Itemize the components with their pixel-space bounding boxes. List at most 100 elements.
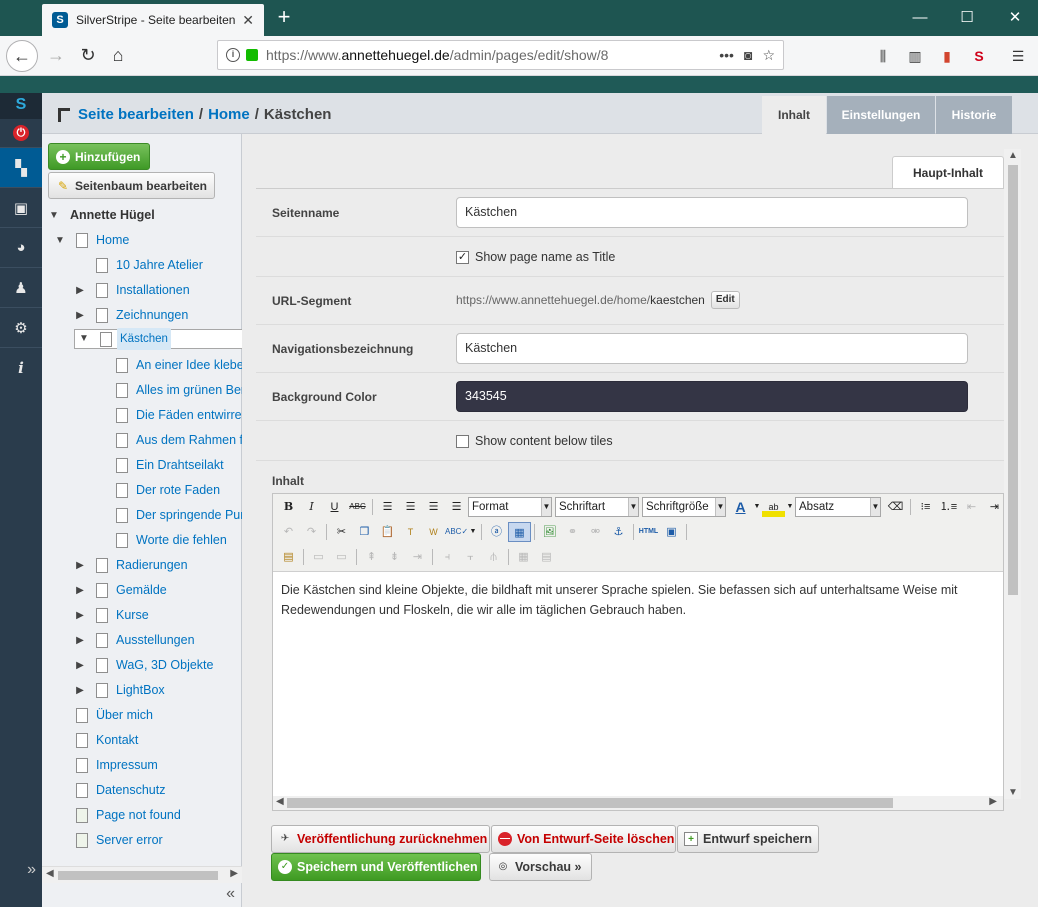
delete-draft-button[interactable]: — Von Entwurf-Seite löschen [491,825,676,853]
pocket-icon[interactable]: ◙ [744,47,752,63]
insert-col-before-icon[interactable]: ⫞ [436,547,459,567]
expand-arrow-icon[interactable]: ▶ [74,310,86,321]
tree-node[interactable]: Ein Drahtseilakt [116,454,224,476]
tab-einstellungen[interactable]: Einstellungen [827,96,935,134]
tree-node[interactable]: Alles im grünen Bereich [116,379,242,401]
tree-node[interactable]: ▶ Zeichnungen [74,304,188,326]
background-color-input[interactable]: 343545 [456,381,968,412]
files-menu-icon[interactable]: ▣ [0,187,42,227]
scroll-thumb[interactable] [287,798,893,808]
insert-image-icon[interactable]: 🖼 [538,522,561,542]
below-tiles-checkbox[interactable] [456,434,469,448]
numbered-list-icon[interactable]: ⒈≡ [937,497,960,517]
italic-button[interactable]: I [300,497,323,517]
paste-icon[interactable]: 📋 [376,522,399,542]
expand-arrow-icon[interactable]: ▶ [74,610,86,621]
tree-node[interactable]: ▶ Ausstellungen [74,629,195,651]
anchor-icon[interactable]: ⚓ [607,522,630,542]
tree-node[interactable]: Der rote Faden [116,479,220,501]
bold-button[interactable]: B [277,497,300,517]
highlight-color-icon[interactable]: ab [762,497,785,517]
save-publish-button[interactable]: ✓ Speichern und Veröffentlichen [271,853,481,881]
align-center-icon[interactable]: ☰ [399,497,422,517]
hamburger-menu-icon[interactable]: ☰ [1008,46,1028,66]
tree-node[interactable]: Datenschutz [76,779,165,801]
cut-icon[interactable]: ✂ [330,522,353,542]
extension-icon[interactable]: ▮ [937,46,957,66]
tree-node[interactable]: Der springende Punkt [116,504,242,526]
pages-menu-icon[interactable]: ▚ [0,147,42,187]
visual-aid-icon[interactable]: ▦ [508,522,531,542]
breadcrumb-edit-link[interactable]: Seite bearbeiten [78,106,194,123]
home-button[interactable]: ⌂ [102,40,134,72]
editor-content[interactable]: Die Kästchen sind kleine Objekte, die bi… [281,580,1003,620]
font-select[interactable]: Schriftart ▼ [555,497,639,517]
tree-node[interactable]: Worte die fehlen [116,529,227,551]
delete-col-icon[interactable]: ⫛ [482,547,505,567]
silverstripe-extension-icon[interactable]: S [969,46,989,66]
tree-node[interactable]: ▶ Radierungen [74,554,188,576]
tree-node[interactable]: Page not found [76,804,181,826]
align-right-icon[interactable]: ☰ [422,497,445,517]
help-menu-icon[interactable]: i [0,347,42,387]
scroll-left-icon[interactable]: ◀ [276,796,284,807]
dropdown-arrow-icon[interactable]: ▼ [468,522,478,542]
url-text[interactable]: https://www.annettehuegel.de/admin/pages… [266,47,709,63]
content-vertical-scrollbar[interactable]: ▲ ▼ [1004,149,1021,799]
tree-node[interactable]: ▶ WaG, 3D Objekte [74,654,214,676]
delete-row-icon[interactable]: ⇥ [406,547,429,567]
add-page-button[interactable]: + Hinzufügen [48,143,150,170]
font-size-select[interactable]: Schriftgröße ▼ [642,497,726,517]
minimize-button[interactable]: — [905,6,935,30]
tree-node[interactable]: Kontakt [76,729,138,751]
collapse-arrow-icon[interactable]: ▼ [54,235,66,246]
copy-icon[interactable]: ❐ [353,522,376,542]
forward-button[interactable]: → [40,40,72,72]
expand-arrow-icon[interactable]: ▶ [74,685,86,696]
reports-menu-icon[interactable]: ◕ [0,227,42,267]
info-icon[interactable]: i [226,48,240,62]
align-justify-icon[interactable]: ☰ [445,497,468,517]
url-edit-button[interactable]: Edit [710,291,740,309]
collapse-arrow-icon[interactable]: ▼ [78,330,90,348]
underline-button[interactable]: U [323,497,346,517]
lock-icon[interactable] [246,49,258,61]
reload-button[interactable]: ↻ [72,40,104,72]
scroll-thumb[interactable] [1008,165,1018,595]
text-color-icon[interactable]: A [729,497,752,517]
dropdown-arrow-icon[interactable]: ▼ [752,497,762,517]
align-left-icon[interactable]: ☰ [376,497,399,517]
table-row-props-icon[interactable]: ▭ [307,547,330,567]
new-tab-button[interactable]: + [272,4,296,30]
tab-inhalt[interactable]: Inhalt [762,96,826,134]
expand-arrow-icon[interactable]: ▶ [74,585,86,596]
close-window-button[interactable]: ✕ [1000,6,1030,30]
tree-node[interactable]: Die Fäden entwirren [116,404,242,426]
indent-icon[interactable]: ⇥ [983,497,1006,517]
tree-node[interactable]: Aus dem Rahmen fallen [116,429,242,451]
navigation-input[interactable]: Kästchen [456,333,968,364]
browser-tab[interactable]: S SilverStripe - Seite bearbeiten ✕ [42,4,264,36]
security-menu-icon[interactable]: ♟ [0,267,42,307]
split-cells-icon[interactable]: ▦ [512,547,535,567]
url-bar[interactable]: i https://www.annettehuegel.de/admin/pag… [217,40,784,70]
scroll-right-icon[interactable]: ▶ [230,868,238,879]
paste-text-icon[interactable]: T [399,522,422,542]
tree-node-home[interactable]: ▼ Home [54,229,129,251]
silverstripe-logo-icon[interactable]: S [0,93,42,119]
close-tab-icon[interactable]: ✕ [242,12,254,29]
back-button[interactable]: ← [6,40,38,72]
expand-arrow-icon[interactable]: ▶ [74,560,86,571]
maximize-button[interactable]: ☐ [952,6,982,30]
collapse-panel-icon[interactable]: « [226,885,235,903]
insert-row-after-icon[interactable]: ⇟ [383,547,406,567]
eraser-icon[interactable]: ⌫ [884,497,907,517]
settings-menu-icon[interactable]: ⚙ [0,307,42,347]
merge-cells-icon[interactable]: ▤ [535,547,558,567]
scroll-thumb[interactable] [58,871,218,880]
tree-horizontal-scrollbar[interactable]: ◀ ▶ [42,866,242,883]
unlink-icon[interactable]: ⚮ [584,522,607,542]
tab-historie[interactable]: Historie [936,96,1012,134]
expand-arrow-icon[interactable]: ▶ [74,660,86,671]
expand-arrow-icon[interactable]: ▶ [74,635,86,646]
